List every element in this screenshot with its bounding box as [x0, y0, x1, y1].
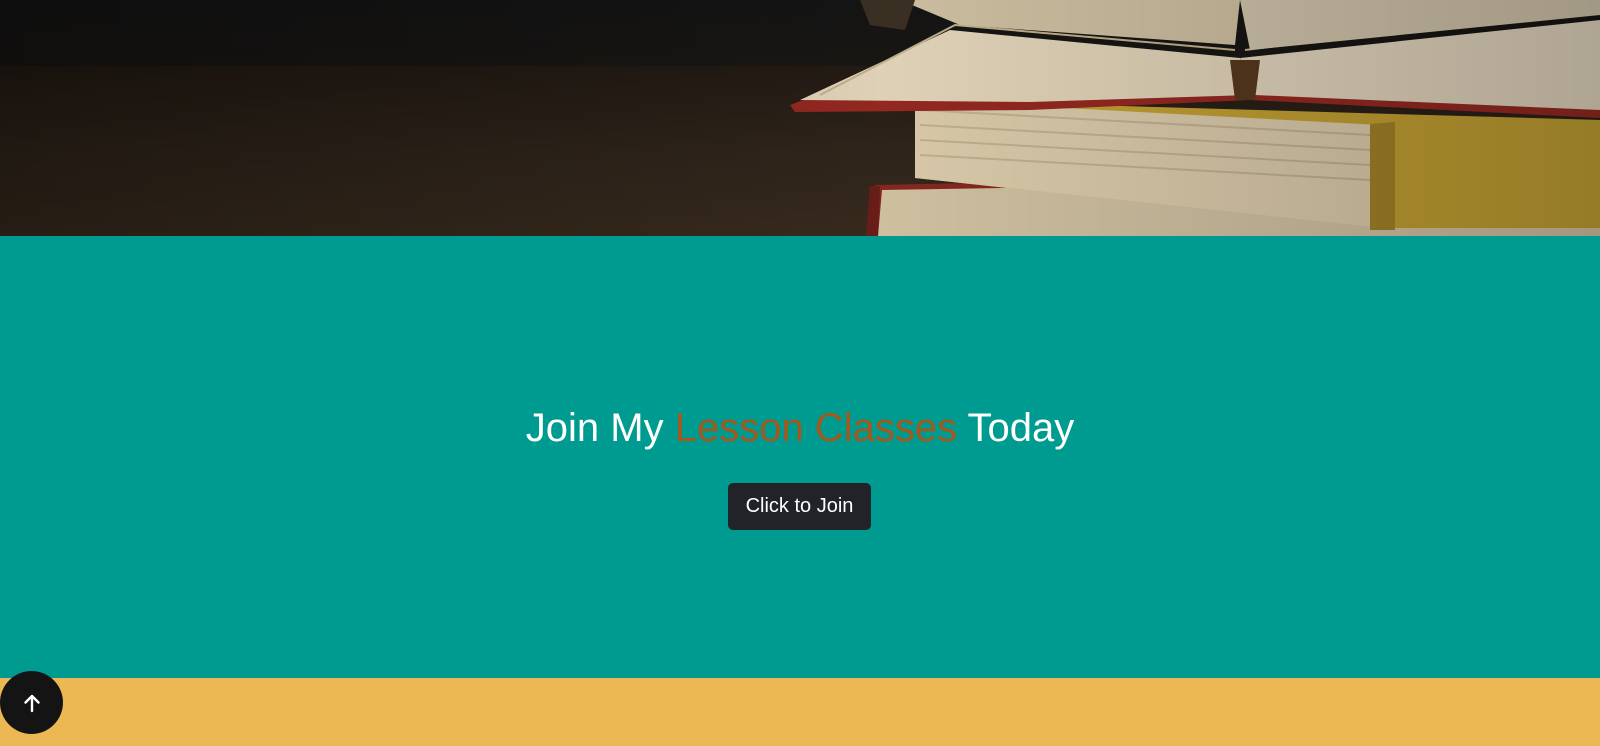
join-heading-accent: Lesson Classes	[674, 406, 958, 450]
hero-overlay	[0, 0, 1600, 236]
join-button[interactable]: Click to Join	[728, 483, 871, 530]
footer-band	[0, 678, 1600, 746]
arrow-up-icon	[23, 694, 40, 712]
join-heading-suffix: Today	[967, 406, 1075, 450]
join-heading-prefix: Join My	[525, 406, 664, 450]
hero-banner	[0, 0, 1600, 236]
join-heading: Join My Lesson Classes Today	[0, 402, 1600, 454]
scroll-to-top-button[interactable]	[0, 671, 63, 734]
join-section: Join My Lesson Classes Today Click to Jo…	[0, 236, 1600, 678]
